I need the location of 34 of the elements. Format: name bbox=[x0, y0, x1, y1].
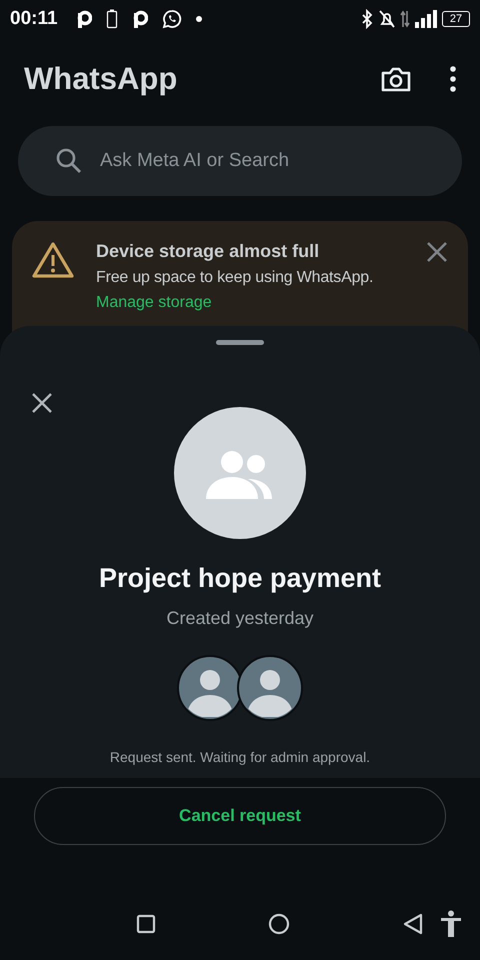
app-title: WhatsApp bbox=[24, 61, 178, 97]
search-field[interactable]: Ask Meta AI or Search bbox=[18, 126, 462, 196]
back-icon[interactable] bbox=[402, 913, 424, 935]
data-arrows-icon bbox=[400, 9, 410, 29]
banner-title: Device storage almost full bbox=[96, 241, 320, 262]
bluetooth-icon bbox=[360, 9, 374, 29]
drag-handle[interactable] bbox=[216, 340, 264, 345]
battery-level: 27 bbox=[442, 11, 470, 27]
battery-outline-icon bbox=[106, 9, 118, 29]
search-icon bbox=[56, 148, 82, 174]
close-icon[interactable] bbox=[426, 241, 448, 263]
app-icon bbox=[132, 10, 148, 28]
home-icon[interactable] bbox=[268, 913, 290, 935]
request-status: Request sent. Waiting for admin approval. bbox=[110, 749, 370, 765]
group-avatar-icon bbox=[174, 407, 306, 539]
app-icon bbox=[76, 10, 92, 28]
manage-storage-link[interactable]: Manage storage bbox=[96, 294, 404, 312]
close-icon[interactable] bbox=[31, 392, 53, 414]
created-date: Created yesterday bbox=[166, 608, 314, 629]
chat-bubble-icon bbox=[162, 9, 182, 29]
person-avatar-icon bbox=[177, 655, 243, 721]
banner-message: Free up space to keep using WhatsApp. bbox=[96, 269, 374, 287]
recent-apps-icon[interactable] bbox=[136, 914, 156, 934]
camera-icon[interactable] bbox=[380, 65, 412, 93]
signal-icon bbox=[414, 9, 438, 29]
more-options-icon[interactable] bbox=[450, 66, 456, 92]
cancel-request-button[interactable]: Cancel request bbox=[34, 787, 446, 845]
clock: 00:11 bbox=[10, 8, 58, 30]
warning-icon bbox=[32, 241, 74, 279]
dot-icon bbox=[196, 16, 202, 22]
group-name: Project hope payment bbox=[98, 563, 382, 594]
accessibility-icon[interactable] bbox=[440, 910, 462, 938]
person-avatar-icon bbox=[237, 655, 303, 721]
bell-muted-icon bbox=[378, 9, 396, 29]
